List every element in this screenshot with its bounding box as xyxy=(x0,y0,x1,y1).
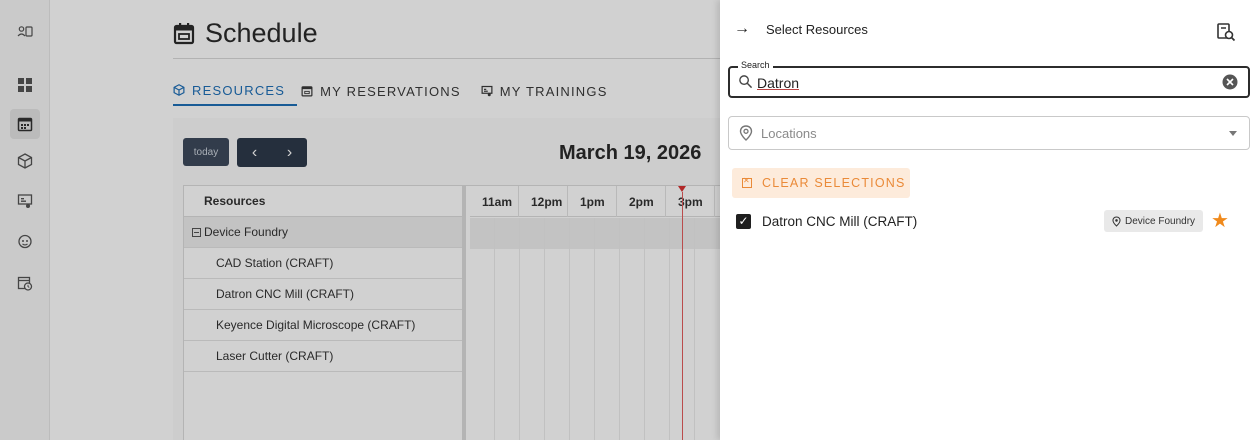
select-resources-drawer: → Select Resources Search Datron Locatio… xyxy=(720,0,1252,440)
resource-result-item[interactable]: ✓ Datron CNC Mill (CRAFT) Device Foundry… xyxy=(736,210,1236,234)
drawer-title: Select Resources xyxy=(766,21,868,37)
search-field-label: Search xyxy=(738,60,773,70)
locations-select[interactable]: Locations xyxy=(728,116,1250,150)
search-list-icon[interactable] xyxy=(1216,22,1236,42)
location-chip-label: Device Foundry xyxy=(1125,215,1196,227)
drawer-backdrop[interactable] xyxy=(0,0,720,440)
resource-result-label: Datron CNC Mill (CRAFT) xyxy=(762,214,918,229)
search-icon xyxy=(739,75,753,89)
clear-search-icon[interactable] xyxy=(1222,74,1238,90)
clear-selections-label: CLEAR SELECTIONS xyxy=(762,176,906,190)
location-chip: Device Foundry xyxy=(1104,210,1204,232)
search-input[interactable]: Datron xyxy=(757,75,799,91)
location-pin-icon xyxy=(1112,215,1121,227)
resource-checkbox[interactable]: ✓ xyxy=(736,214,751,229)
search-field[interactable]: Search Datron xyxy=(728,60,1250,98)
locations-placeholder: Locations xyxy=(761,126,817,141)
location-pin-icon xyxy=(739,125,753,141)
close-drawer-arrow-icon[interactable]: → xyxy=(734,20,750,38)
clear-box-icon xyxy=(742,176,752,188)
drawer-header: → Select Resources xyxy=(734,20,868,38)
favorite-star-icon[interactable]: ★ xyxy=(1211,208,1229,233)
chevron-down-icon[interactable] xyxy=(1229,131,1237,136)
clear-selections-button[interactable]: CLEAR SELECTIONS xyxy=(732,168,910,198)
